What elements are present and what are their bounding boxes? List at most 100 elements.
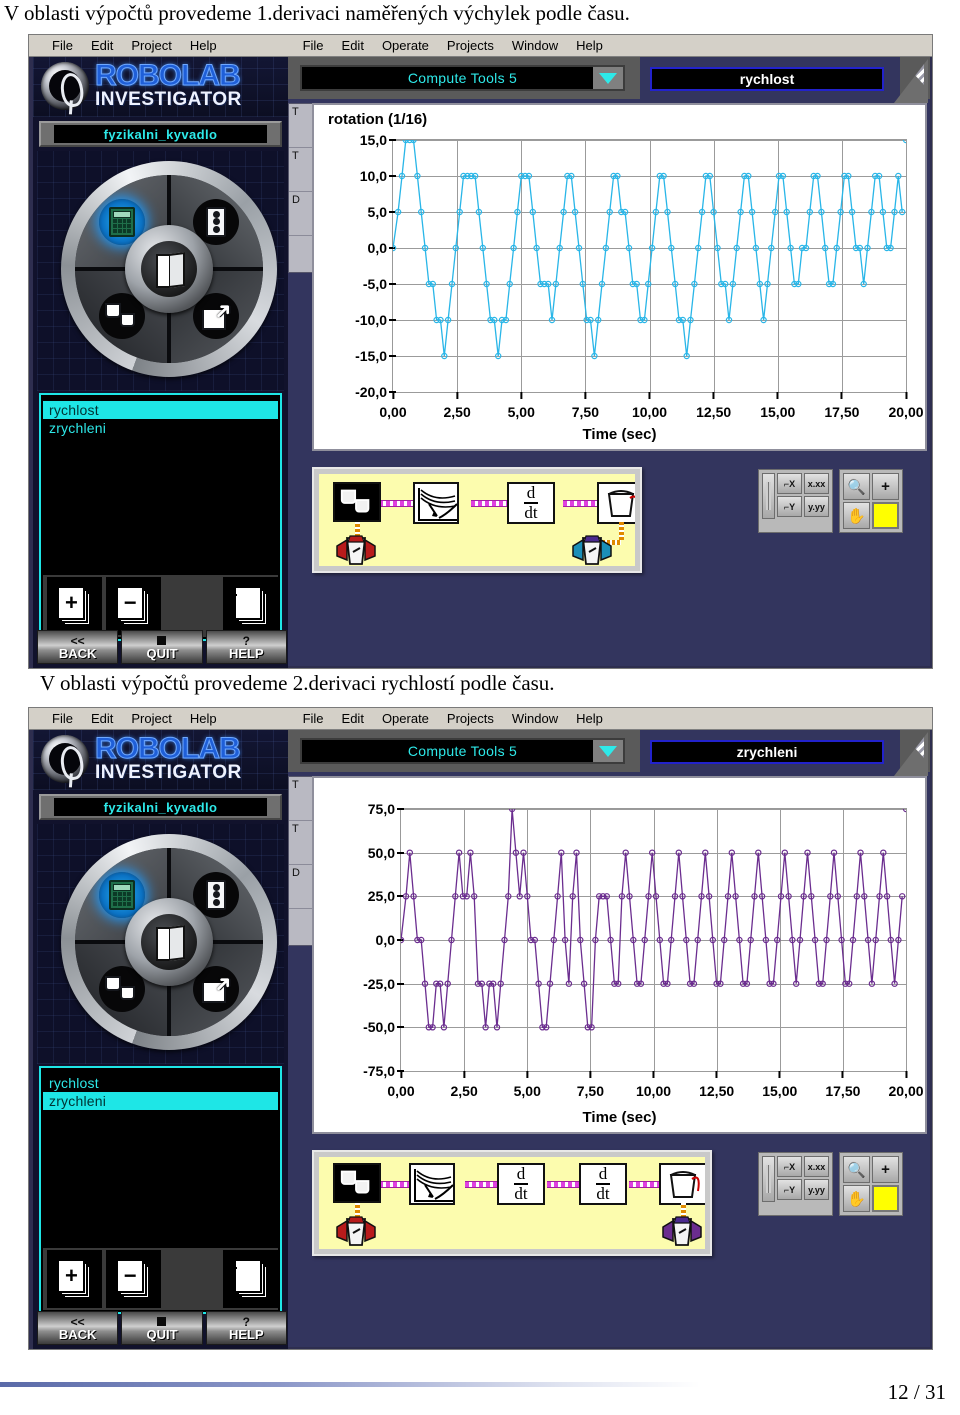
color-swatch[interactable] bbox=[872, 1185, 899, 1212]
output-bucket-block[interactable] bbox=[597, 482, 635, 524]
derivative-block-1[interactable]: d dt bbox=[497, 1163, 545, 1205]
source-buckets-block[interactable] bbox=[333, 1163, 381, 1203]
y-format-button[interactable]: y.yy bbox=[804, 496, 829, 517]
compute-tools-dropdown-1[interactable]: Compute Tools 5 bbox=[300, 65, 625, 91]
quit-button[interactable]: QUIT bbox=[121, 1311, 203, 1345]
graph-title-1: rotation (1/16) bbox=[328, 111, 428, 128]
compute-tools-dropdown-2[interactable]: Compute Tools 5 bbox=[300, 738, 625, 764]
cursor-plus-icon[interactable]: + bbox=[872, 473, 899, 500]
block-diagram-2[interactable]: d dt d dt bbox=[312, 1150, 712, 1256]
menu-operate[interactable]: Operate bbox=[373, 711, 438, 726]
project-name-bar-2[interactable]: fyzikalni_kyvadlo bbox=[39, 794, 282, 820]
help-button[interactable]: ? HELP bbox=[205, 1311, 287, 1345]
menu-projects[interactable]: Projects bbox=[438, 711, 503, 726]
plot-area-2[interactable]: 75,0 50,0 25,0 0,0 -25,0 -50,0 -75,0 0,00 2,50 5,… bbox=[363, 801, 923, 1099]
block-diagram-1[interactable]: d dt bbox=[312, 467, 642, 573]
x-scale-lock-icon[interactable] bbox=[762, 473, 775, 519]
graph-curve-icon bbox=[415, 484, 458, 522]
menu-window[interactable]: Window bbox=[503, 711, 567, 726]
list-button-spacer bbox=[164, 577, 220, 635]
panel-title-field-2[interactable]: zrychleni bbox=[650, 740, 884, 764]
y-axis-tick-label: -10,0 bbox=[355, 312, 396, 328]
derivative-block-2[interactable]: d dt bbox=[579, 1163, 627, 1205]
navigation-wheel-2[interactable] bbox=[61, 834, 277, 1050]
color-swatch[interactable] bbox=[872, 502, 899, 529]
x-axis-tick-label: 7,50 bbox=[571, 392, 599, 420]
plot-area-1[interactable]: 15,0 10,0 5,0 0,0 -5,0 -10,0 -15,0 -20,0 0,00 2,5… bbox=[355, 132, 923, 420]
menu-help[interactable]: Help bbox=[181, 711, 226, 726]
robolab-window-2: File Edit Project Help File Edit Operate… bbox=[28, 707, 933, 1350]
graph-panel-1[interactable]: rotation (1/16) 15,0 10,0 5,0 0,0 -5,0 -10,0 -… bbox=[312, 103, 927, 451]
help-button[interactable]: ? HELP bbox=[205, 630, 287, 664]
graph-panel-2[interactable]: 75,0 50,0 25,0 0,0 -25,0 -50,0 -75,0 0,00 2,50 5,… bbox=[312, 776, 927, 1134]
list-item[interactable]: zrychleni bbox=[43, 1092, 278, 1110]
source-buckets-block[interactable] bbox=[333, 482, 381, 522]
zoom-icon[interactable]: 🔍 bbox=[843, 473, 870, 500]
project-name-bar-1[interactable]: fyzikalni_kyvadlo bbox=[39, 121, 282, 147]
add-page-button[interactable]: + bbox=[47, 577, 102, 635]
menu-operate[interactable]: Operate bbox=[373, 38, 438, 53]
menu-edit[interactable]: Edit bbox=[82, 711, 122, 726]
y-axis-tick-label: 10,0 bbox=[359, 168, 397, 184]
x-axis-icon[interactable]: ⌐X bbox=[777, 473, 802, 494]
ddt-label: d dt bbox=[513, 1164, 529, 1203]
list-item[interactable]: zrychleni bbox=[43, 419, 278, 437]
wire-ddt2-to-output bbox=[629, 1181, 661, 1188]
y-axis-icon[interactable]: ⌐Y bbox=[777, 1179, 802, 1200]
y-axis-icon[interactable]: ⌐Y bbox=[777, 496, 802, 517]
menu-projects[interactable]: Projects bbox=[438, 38, 503, 53]
plot-graph-block[interactable] bbox=[409, 1163, 455, 1205]
page-list-2[interactable]: rychlost zrychleni bbox=[43, 1070, 278, 1228]
back-button[interactable]: << BACK bbox=[37, 630, 119, 664]
remove-page-button[interactable]: − bbox=[105, 577, 161, 635]
output-bucket-block[interactable] bbox=[659, 1163, 705, 1205]
axis-format-group-2: ⌐X ⌐Y x.xx y.yy bbox=[758, 1152, 833, 1216]
chevron-down-icon[interactable] bbox=[593, 67, 623, 89]
remove-page-button[interactable]: − bbox=[105, 1250, 161, 1308]
background-window-1[interactable]: T T D bbox=[288, 103, 314, 273]
y-format-button[interactable]: y.yy bbox=[804, 1179, 829, 1200]
add-page-button[interactable]: + bbox=[47, 1250, 102, 1308]
menu-file-lv[interactable]: File bbox=[294, 38, 333, 53]
x-format-button[interactable]: x.xx bbox=[804, 1156, 829, 1177]
menu-edit-lv[interactable]: Edit bbox=[333, 711, 373, 726]
menu-help-lv[interactable]: Help bbox=[567, 38, 612, 53]
menu-help-lv[interactable]: Help bbox=[567, 711, 612, 726]
x-axis-tick-label: 2,50 bbox=[443, 392, 471, 420]
help-label: HELP bbox=[228, 1326, 264, 1342]
menu-file-lv[interactable]: File bbox=[294, 711, 333, 726]
quit-button[interactable]: QUIT bbox=[121, 630, 203, 664]
menu-help[interactable]: Help bbox=[181, 38, 226, 53]
x-scale-lock-icon[interactable] bbox=[762, 1156, 775, 1202]
menu-project[interactable]: Project bbox=[122, 711, 180, 726]
menu-file[interactable]: File bbox=[43, 38, 82, 53]
wheel-hub-journal[interactable] bbox=[125, 225, 213, 313]
menu-edit[interactable]: Edit bbox=[82, 38, 122, 53]
chevron-down-icon[interactable] bbox=[593, 740, 623, 762]
list-item[interactable]: rychlost bbox=[43, 401, 278, 419]
pan-hand-icon[interactable]: ✋ bbox=[843, 1185, 870, 1212]
pan-hand-icon[interactable]: ✋ bbox=[843, 502, 870, 529]
list-pages-button[interactable] bbox=[223, 577, 278, 635]
page-list-1[interactable]: rychlost zrychleni bbox=[43, 397, 278, 555]
panel-title-field-1[interactable]: rychlost bbox=[650, 67, 884, 91]
wheel-hub-journal[interactable] bbox=[125, 898, 213, 986]
background-window-2[interactable]: T T D bbox=[288, 776, 314, 946]
navigation-wheel-1[interactable] bbox=[61, 161, 277, 377]
x-axis-icon[interactable]: ⌐X bbox=[777, 1156, 802, 1177]
list-pages-button[interactable] bbox=[223, 1250, 278, 1308]
plot-graph-block[interactable] bbox=[413, 482, 459, 524]
derivative-block-1[interactable]: d dt bbox=[507, 482, 555, 524]
back-button[interactable]: << BACK bbox=[37, 1311, 119, 1345]
menu-project[interactable]: Project bbox=[122, 38, 180, 53]
menu-window[interactable]: Window bbox=[503, 38, 567, 53]
y-axis-tick-label: -15,0 bbox=[355, 348, 396, 364]
cursor-plus-icon[interactable]: + bbox=[872, 1156, 899, 1183]
x-format-button[interactable]: x.xx bbox=[804, 473, 829, 494]
menu-file[interactable]: File bbox=[43, 711, 82, 726]
compute-tools-value: Compute Tools 5 bbox=[407, 70, 518, 86]
list-item[interactable]: rychlost bbox=[43, 1074, 278, 1092]
menu-edit-lv[interactable]: Edit bbox=[333, 38, 373, 53]
bottom-nav-2: << BACK QUIT ? HELP bbox=[37, 1311, 287, 1345]
zoom-icon[interactable]: 🔍 bbox=[843, 1156, 870, 1183]
